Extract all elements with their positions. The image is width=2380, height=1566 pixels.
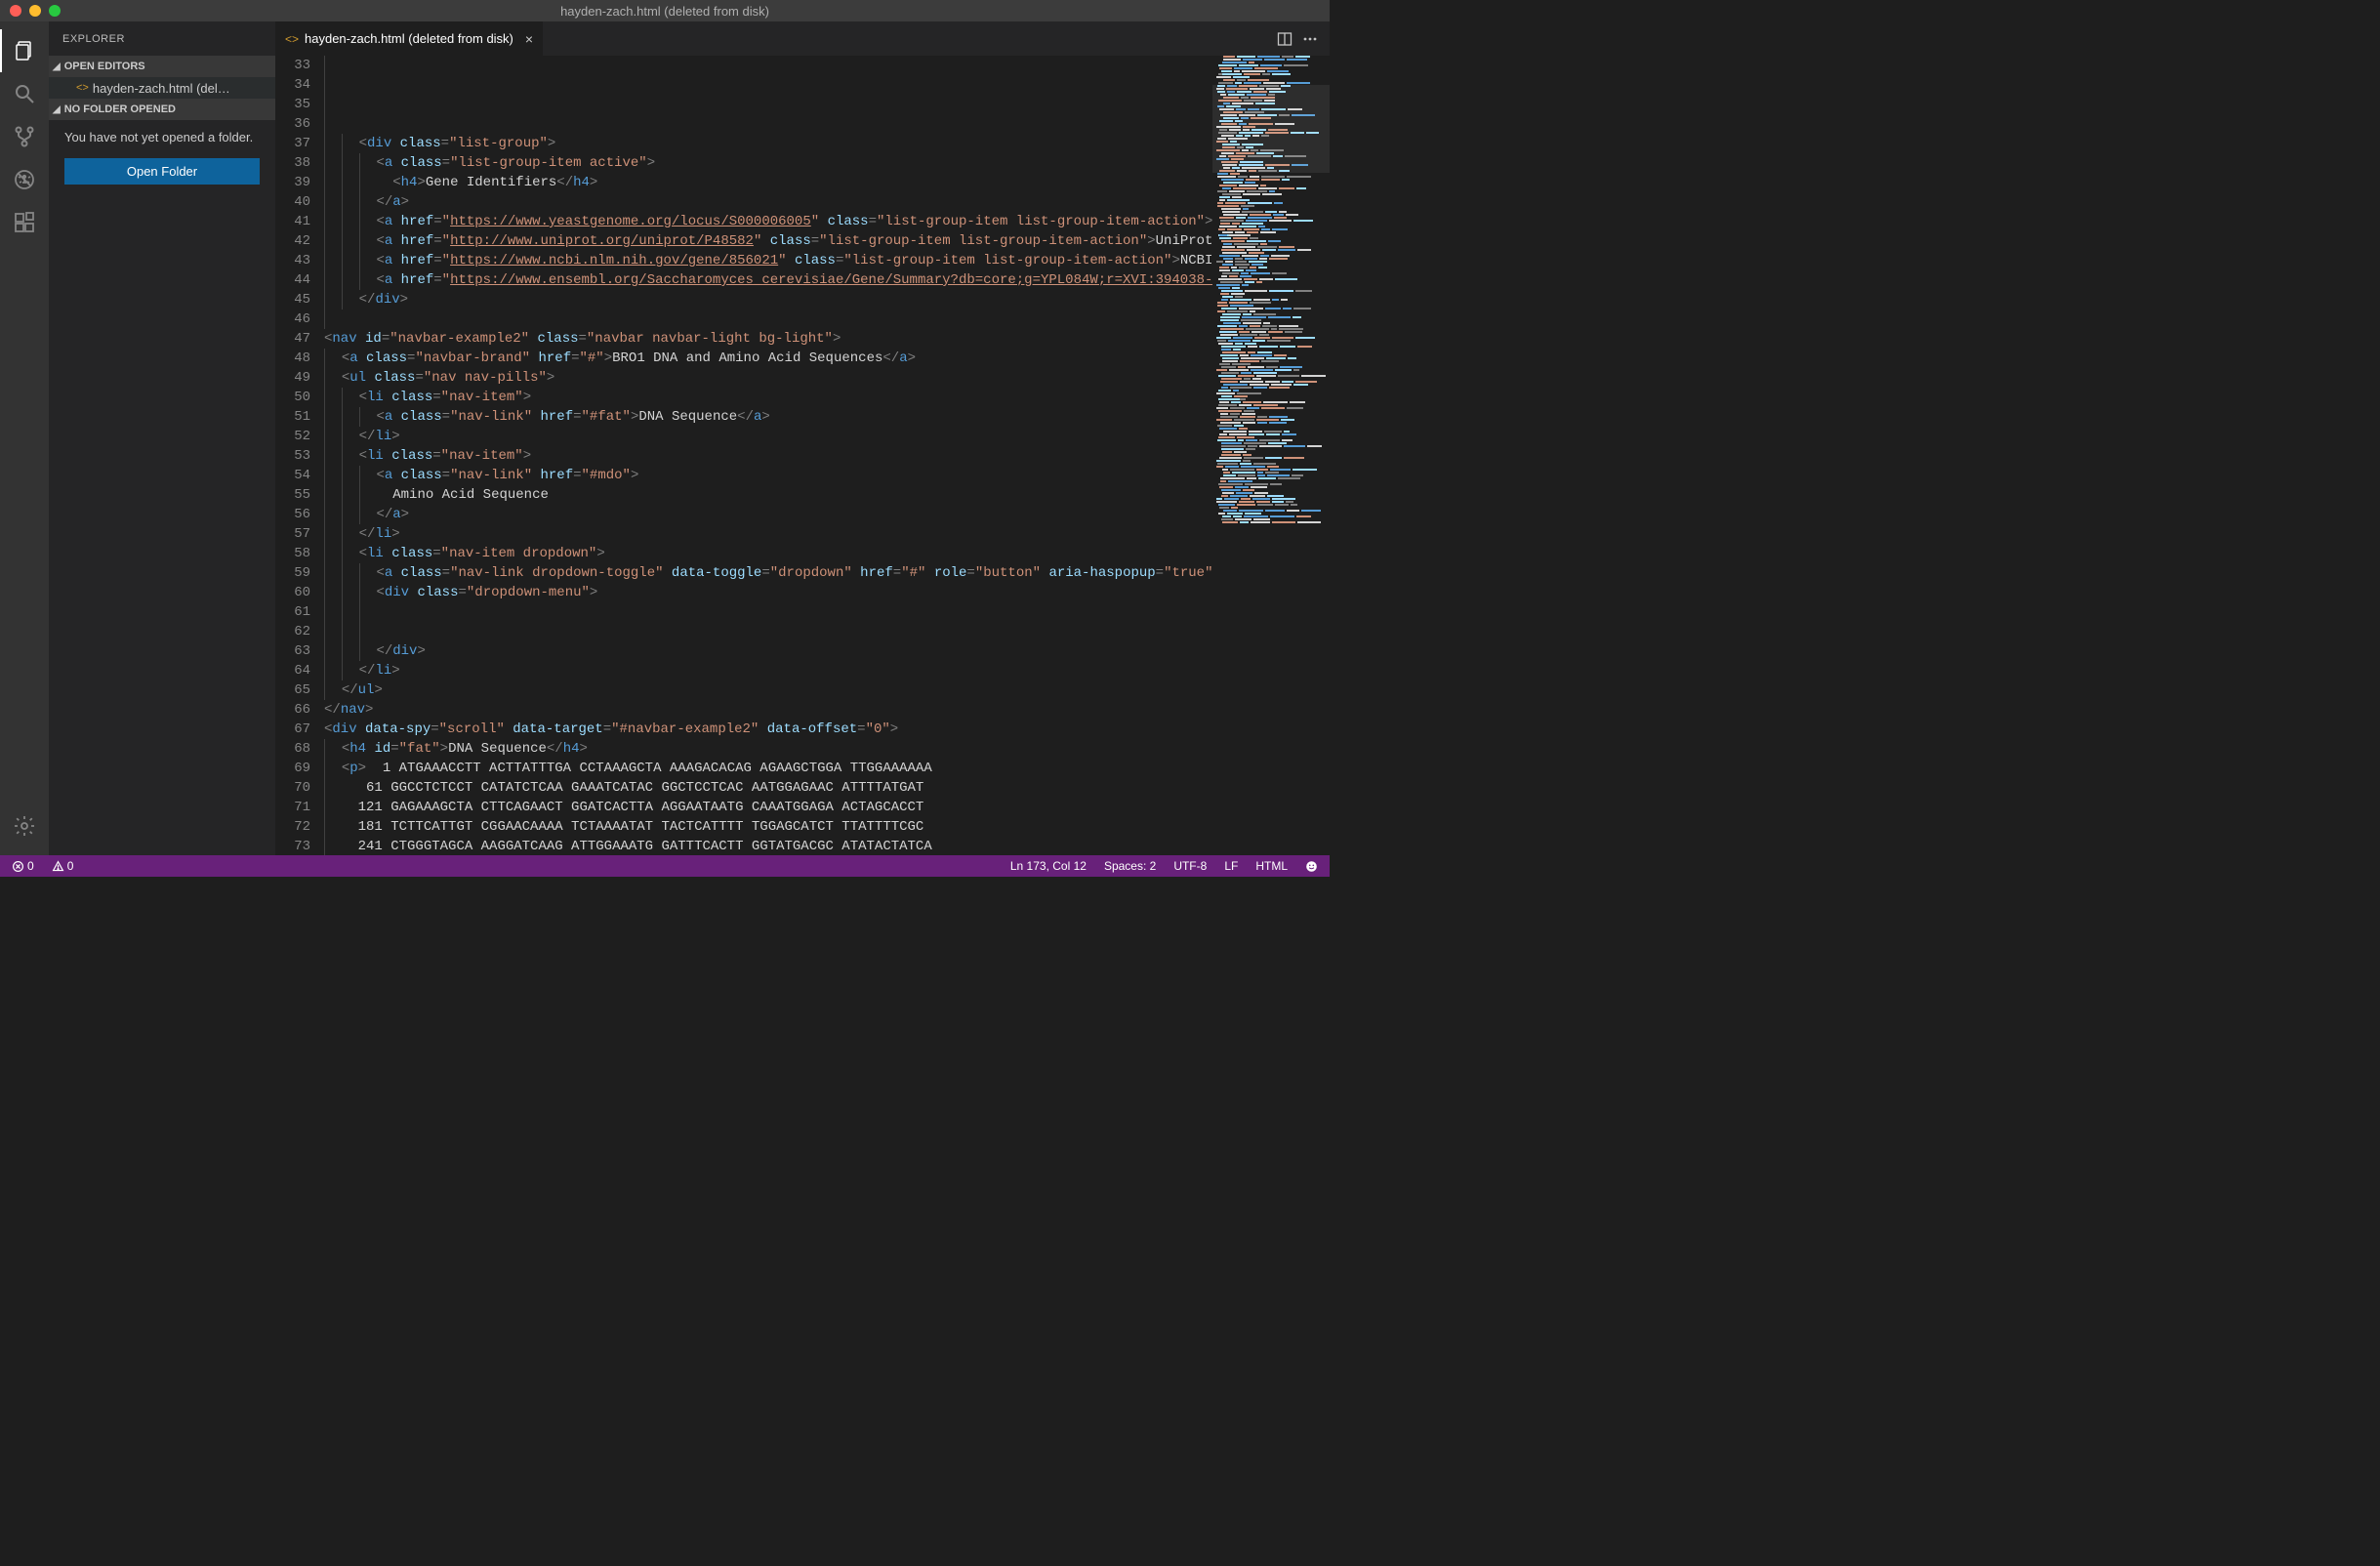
- traffic-lights: [0, 5, 61, 17]
- status-spaces[interactable]: Spaces: 2: [1100, 859, 1160, 873]
- debug-icon[interactable]: [0, 158, 49, 201]
- status-eol[interactable]: LF: [1220, 859, 1242, 873]
- close-icon[interactable]: ×: [519, 31, 533, 47]
- explorer-icon[interactable]: [0, 29, 49, 72]
- html-file-icon: <>: [285, 32, 299, 46]
- editor-tab[interactable]: <> hayden-zach.html (deleted from disk) …: [275, 21, 544, 56]
- chevron-down-icon: ◢: [53, 62, 61, 72]
- maximize-window-button[interactable]: [49, 5, 61, 17]
- status-language[interactable]: HTML: [1252, 859, 1292, 873]
- window-title: hayden-zach.html (deleted from disk): [560, 4, 769, 19]
- extensions-icon[interactable]: [0, 201, 49, 244]
- settings-icon[interactable]: [0, 804, 49, 847]
- close-window-button[interactable]: [10, 5, 21, 17]
- open-editors-label: OPEN EDITORS: [64, 61, 145, 72]
- errors-count: 0: [27, 859, 34, 873]
- warnings-count: 0: [67, 859, 74, 873]
- status-bar: 0 0 Ln 173, Col 12 Spaces: 2 UTF-8 LF HT…: [0, 855, 1330, 877]
- editor-area: <> hayden-zach.html (deleted from disk) …: [275, 21, 1330, 855]
- tabs-row: <> hayden-zach.html (deleted from disk) …: [275, 21, 1330, 56]
- code-text-area[interactable]: <div class="list-group"> <a class="list-…: [324, 56, 1212, 855]
- status-warnings[interactable]: 0: [48, 859, 78, 873]
- minimap[interactable]: [1212, 56, 1330, 855]
- open-editor-filename: hayden-zach.html (del…: [93, 81, 230, 96]
- minimize-window-button[interactable]: [29, 5, 41, 17]
- no-folder-section[interactable]: ◢ NO FOLDER OPENED: [49, 99, 275, 120]
- status-errors[interactable]: 0: [8, 859, 38, 873]
- sidebar: EXPLORER ◢ OPEN EDITORS <> hayden-zach.h…: [49, 21, 275, 855]
- line-number-gutter: 3334353637383940414243444546474849505152…: [275, 56, 324, 855]
- sidebar-title: EXPLORER: [49, 21, 275, 56]
- open-editors-section[interactable]: ◢ OPEN EDITORS: [49, 56, 275, 77]
- status-feedback-icon[interactable]: [1301, 860, 1322, 873]
- tab-label: hayden-zach.html (deleted from disk): [305, 31, 513, 46]
- more-icon[interactable]: [1302, 31, 1318, 47]
- chevron-down-icon: ◢: [53, 104, 61, 115]
- open-editor-item[interactable]: <> hayden-zach.html (del…: [49, 77, 275, 99]
- titlebar: hayden-zach.html (deleted from disk): [0, 0, 1330, 21]
- minimap-viewport[interactable]: [1212, 85, 1330, 173]
- source-control-icon[interactable]: [0, 115, 49, 158]
- open-folder-button[interactable]: Open Folder: [64, 158, 260, 185]
- status-line-col[interactable]: Ln 173, Col 12: [1006, 859, 1090, 873]
- editor-body[interactable]: 3334353637383940414243444546474849505152…: [275, 56, 1330, 855]
- html-file-icon: <>: [76, 82, 89, 94]
- no-folder-message: You have not yet opened a folder.: [64, 130, 260, 144]
- activity-bar: [0, 21, 49, 855]
- tab-actions: [1265, 21, 1330, 56]
- search-icon[interactable]: [0, 72, 49, 115]
- status-encoding[interactable]: UTF-8: [1169, 859, 1211, 873]
- no-folder-label: NO FOLDER OPENED: [64, 103, 176, 115]
- split-editor-icon[interactable]: [1277, 31, 1293, 47]
